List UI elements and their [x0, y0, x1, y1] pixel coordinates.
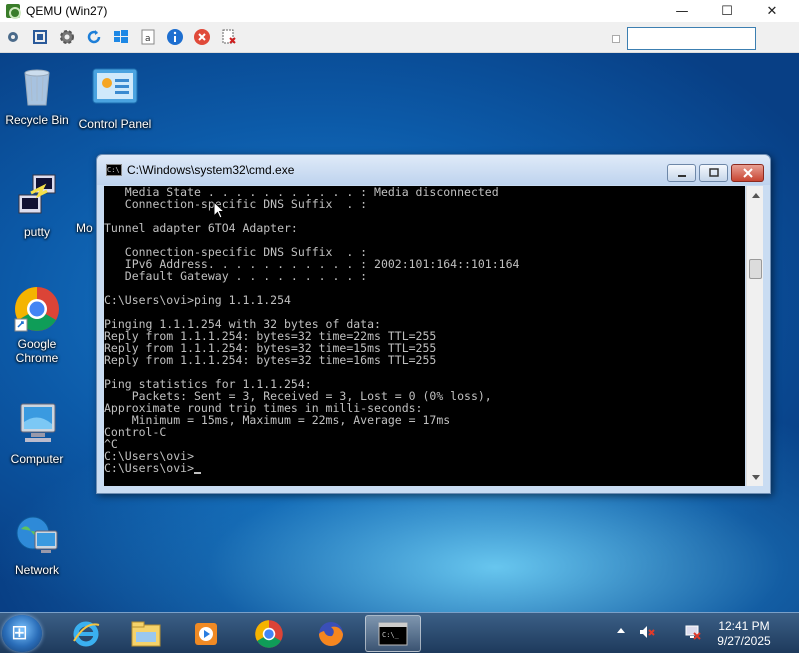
desktop-icon-computer[interactable]: Computer	[0, 400, 74, 466]
console-line: Default Gateway . . . . . . . . . :	[104, 269, 368, 283]
desktop-icon-label: Network	[14, 563, 59, 577]
desktop-icon-putty[interactable]: putty	[0, 173, 74, 239]
network-disconnected-icon[interactable]	[684, 623, 702, 644]
desktop-icon-label: Computer	[10, 452, 64, 466]
system-clock[interactable]: 12:41 PM 9/27/2025	[703, 619, 785, 649]
desktop-icon-google-chrome[interactable]: Google Chrome	[0, 285, 74, 365]
desktop-icon-control-panel[interactable]: Control Panel	[78, 65, 152, 131]
taskbar: C:\_ 12:41 PM 9/27/2025	[0, 612, 799, 653]
refresh-icon[interactable]	[83, 26, 105, 48]
taskbar-chrome[interactable]	[241, 615, 297, 652]
cmd-window-icon: C:\	[106, 164, 122, 176]
internet-explorer-icon	[73, 621, 100, 646]
svg-text:a: a	[145, 34, 151, 44]
host-maximize-button[interactable]: ☐	[704, 0, 750, 22]
chrome-icon	[255, 619, 283, 648]
putty-icon	[13, 173, 61, 221]
desktop-icon-recycle-bin[interactable]: Recycle Bin	[0, 61, 74, 127]
console-line: Tunnel adapter 6TO4 Adapter:	[104, 221, 298, 235]
console-output[interactable]: Media State . . . . . . . . . . . : Medi…	[104, 186, 745, 486]
cmd-minimize-button[interactable]	[667, 164, 696, 182]
cmd-window-title: C:\Windows\system32\cmd.exe	[127, 163, 295, 177]
cmd-close-button[interactable]	[731, 164, 764, 182]
cmd-title-bar[interactable]: C:\ C:\Windows\system32\cmd.exe	[97, 155, 770, 185]
mouse-pointer-icon	[213, 201, 225, 219]
media-player-icon	[195, 622, 217, 645]
desktop-icon-label: Google Chrome	[15, 337, 59, 365]
console-line: Control-C	[104, 425, 167, 439]
scrollbar-thumb[interactable]	[749, 259, 762, 279]
volume-muted-icon[interactable]	[638, 623, 656, 644]
desktop-icon-label: putty	[23, 225, 50, 239]
file-explorer-icon	[131, 621, 161, 646]
console-line: C:\Users\ovi>	[104, 462, 745, 474]
desktop-icon-label: Recycle Bin	[5, 113, 69, 127]
console-line: ^C	[104, 437, 118, 451]
cmd-maximize-button[interactable]	[699, 164, 728, 182]
settings-icon[interactable]	[2, 26, 24, 48]
host-window-title: QEMU (Win27)	[26, 4, 108, 18]
console-line: Connection-specific DNS Suffix . :	[104, 197, 368, 211]
taskbar-file-explorer[interactable]	[118, 615, 174, 652]
console-line: Reply from 1.1.1.254: bytes=32 time=16ms…	[104, 353, 437, 367]
search-checkbox[interactable]	[612, 35, 620, 43]
console-lines: Media State . . . . . . . . . . . : Medi…	[104, 186, 745, 474]
svg-text:C:\_: C:\_	[382, 631, 400, 639]
scroll-down-arrow-icon[interactable]	[747, 469, 764, 486]
cmd-icon: C:\_	[378, 622, 408, 645]
text-icon[interactable]: a	[137, 26, 159, 48]
host-close-button[interactable]: ✕	[749, 0, 795, 22]
stop-icon[interactable]	[191, 26, 213, 48]
host-title-bar: QEMU (Win27) — ☐ ✕	[0, 0, 799, 22]
text-cursor	[194, 472, 202, 474]
console-line: C:\Users\ovi>	[104, 449, 195, 463]
taskbar-media-player[interactable]	[178, 615, 234, 652]
console-scrollbar[interactable]	[746, 186, 763, 486]
start-button[interactable]	[2, 615, 42, 652]
firefox-icon	[319, 621, 343, 646]
qemu-app-icon	[6, 4, 21, 19]
clock-date: 9/27/2025	[717, 634, 771, 648]
desktop-icon-network[interactable]: Network	[0, 511, 74, 577]
host-minimize-button[interactable]: —	[659, 0, 705, 22]
desktop-icon-label: Control Panel	[78, 117, 152, 131]
recycle-bin-icon	[13, 61, 61, 109]
console-line: C:\Users\ovi>ping 1.1.1.254	[104, 293, 291, 307]
info-icon[interactable]	[164, 26, 186, 48]
windows-icon[interactable]	[110, 26, 132, 48]
computer-icon	[13, 400, 61, 448]
cmd-window[interactable]: C:\ C:\Windows\system32\cmd.exe Media St…	[96, 154, 771, 494]
network-icon	[13, 511, 61, 559]
taskbar-internet-explorer[interactable]	[58, 615, 114, 652]
chrome-icon	[13, 285, 61, 333]
taskbar-cmd[interactable]: C:\_	[365, 615, 421, 652]
gear-icon[interactable]	[56, 26, 78, 48]
console-line: Minimum = 15ms, Maximum = 22ms, Average …	[104, 413, 451, 427]
clock-time: 12:41 PM	[718, 619, 770, 633]
screenshot-icon[interactable]	[218, 26, 240, 48]
fullscreen-icon[interactable]	[29, 26, 51, 48]
tray-show-hidden-icon[interactable]	[616, 625, 626, 639]
taskbar-firefox[interactable]	[303, 615, 359, 652]
control-panel-icon	[91, 65, 139, 113]
search-input[interactable]	[627, 27, 756, 50]
scroll-up-arrow-icon[interactable]	[747, 186, 764, 203]
